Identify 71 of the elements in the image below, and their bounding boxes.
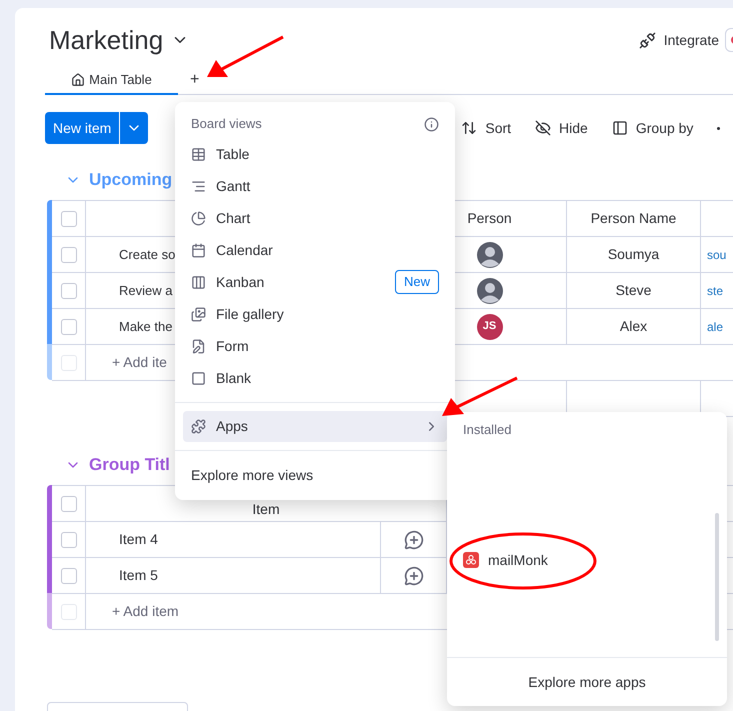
add-update-icon[interactable] <box>404 566 424 586</box>
avatar <box>476 242 502 268</box>
sort-icon <box>461 120 478 136</box>
menu-heading: Board views <box>191 115 262 134</box>
toolbar-action[interactable]: Group by <box>612 118 694 138</box>
panel-icon <box>612 120 628 136</box>
row-checkbox[interactable] <box>60 496 76 512</box>
explore-views-link[interactable]: Explore more views <box>191 465 314 486</box>
square-icon <box>191 370 206 386</box>
menu-item[interactable]: Table <box>175 138 455 170</box>
item-name[interactable]: Item 4 <box>119 529 158 550</box>
menu-item[interactable]: Blank <box>175 362 455 394</box>
column-header: Person <box>467 209 512 228</box>
integrate-button[interactable]: Integrate <box>638 30 719 50</box>
menu-item[interactable]: Form <box>175 330 455 362</box>
new-item-dropdown[interactable] <box>120 112 148 144</box>
plug-icon <box>638 32 656 48</box>
new-badge: New <box>394 270 439 294</box>
person-name: Soumya <box>608 245 660 264</box>
item-name[interactable]: Make the <box>119 316 172 336</box>
row-checkbox[interactable] <box>60 568 76 584</box>
home-icon <box>71 72 86 86</box>
calendar-icon <box>191 242 206 258</box>
add-view-button[interactable]: + <box>186 72 204 88</box>
form-icon <box>191 338 206 354</box>
add-item[interactable]: + Add item <box>112 601 179 622</box>
row-checkbox[interactable] <box>60 318 76 334</box>
row-checkbox[interactable] <box>60 282 76 298</box>
toolbar-action[interactable]: Hide <box>535 118 588 138</box>
board-title[interactable]: Marketing <box>49 20 164 60</box>
pie-chart-icon <box>191 210 206 226</box>
row-checkbox[interactable] <box>60 210 76 226</box>
item-name[interactable]: Review a <box>119 280 172 300</box>
column-header: Person Name <box>590 209 676 228</box>
menu-item[interactable]: File gallery <box>175 298 455 330</box>
email-link[interactable]: ale <box>707 318 724 336</box>
view-tab[interactable]: Main Table <box>45 66 178 95</box>
explore-apps-link[interactable]: Explore more apps <box>528 672 646 692</box>
group-title[interactable]: Group Titl <box>89 452 170 478</box>
row-checkbox[interactable] <box>60 246 76 262</box>
column-header: Item <box>252 501 280 517</box>
images-icon <box>191 306 206 322</box>
menu-item[interactable]: Kanban New <box>175 266 455 298</box>
puzzle-icon <box>191 419 206 434</box>
person-name: Alex <box>620 317 648 336</box>
avatar: JS <box>476 314 502 340</box>
toolbar-action[interactable]: Sort <box>461 118 512 138</box>
info-icon[interactable] <box>424 116 439 132</box>
app-item[interactable]: mailMonk <box>447 544 727 576</box>
menu-item[interactable]: Chart <box>175 202 455 234</box>
app-logo-icon <box>463 552 479 568</box>
table-icon <box>191 146 206 162</box>
item-name[interactable]: Item 5 <box>119 565 158 586</box>
menu-item[interactable]: Calendar <box>175 234 455 266</box>
row-checkbox[interactable] <box>60 532 76 548</box>
new-item-button[interactable]: New item <box>45 112 120 144</box>
add-update-icon[interactable] <box>404 530 424 550</box>
person-name: Steve <box>616 281 652 300</box>
eye-off-icon <box>535 120 552 136</box>
apps-menu-item[interactable]: Apps <box>183 411 447 442</box>
more-icon[interactable] <box>717 126 720 130</box>
avatar <box>476 278 502 304</box>
columns-icon <box>191 274 206 290</box>
email-link[interactable]: ste <box>707 282 724 300</box>
email-link[interactable]: sou <box>707 246 726 264</box>
menu-heading: Installed <box>463 421 512 440</box>
item-name[interactable]: Create so <box>119 244 176 264</box>
menu-item[interactable]: Gantt <box>175 170 455 202</box>
add-item[interactable]: + Add ite <box>112 352 167 373</box>
scrollbar[interactable] <box>715 513 719 641</box>
gantt-icon <box>191 178 206 194</box>
